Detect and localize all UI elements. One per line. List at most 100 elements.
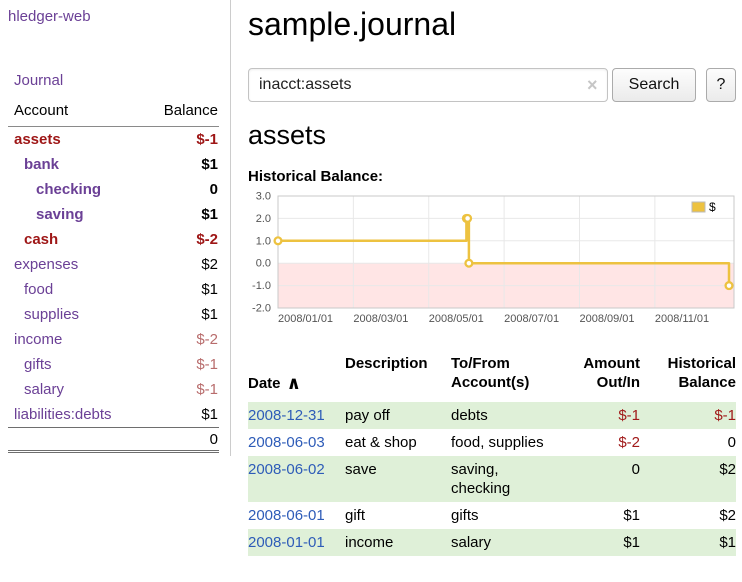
sidebar-account-food[interactable]: food: [24, 281, 53, 298]
account-balance: $-1: [196, 131, 219, 148]
transaction-balance: $1: [640, 529, 736, 556]
account-balance: $-2: [196, 231, 219, 248]
transaction-amount: $-2: [558, 429, 640, 456]
account-balance: $1: [201, 281, 219, 298]
account-heading: assets: [248, 120, 326, 151]
svg-text:$: $: [709, 200, 716, 214]
register-row: 2008-12-31 pay off debts $-1 $-1: [248, 402, 736, 429]
account-row: food $1: [8, 277, 219, 302]
account-row: income $-2: [8, 327, 219, 352]
transaction-date-link[interactable]: 2008-06-03: [248, 429, 345, 456]
nav-journal-link[interactable]: Journal: [14, 72, 63, 89]
sidebar-account-checking[interactable]: checking: [36, 181, 101, 198]
register-header-description: Description: [345, 354, 451, 402]
register-row: 2008-01-01 income salary $1 $1: [248, 529, 736, 556]
register-row: 2008-06-02 save saving, checking 0 $2: [248, 456, 736, 502]
svg-text:2.0: 2.0: [256, 213, 271, 225]
account-row: supplies $1: [8, 302, 219, 327]
sidebar-account-cash[interactable]: cash: [24, 231, 58, 248]
transaction-accounts: food, supplies: [451, 429, 558, 456]
account-row: expenses $2: [8, 252, 219, 277]
transaction-date-link[interactable]: 2008-01-01: [248, 529, 345, 556]
account-row: salary $-1: [8, 377, 219, 402]
transaction-description: pay off: [345, 402, 451, 429]
register-table: Date ∧ Description To/From Account(s) Amo…: [248, 354, 736, 556]
transaction-balance: 0: [640, 429, 736, 456]
transaction-amount: $1: [558, 529, 640, 556]
svg-text:2008/09/01: 2008/09/01: [579, 313, 634, 325]
svg-text:3.0: 3.0: [256, 191, 271, 203]
register-header-amount: Amount Out/In: [558, 354, 640, 402]
account-row: checking 0: [8, 177, 219, 202]
sidebar-account-liabilities-debts[interactable]: liabilities:debts: [14, 406, 112, 423]
account-balance: $1: [201, 206, 219, 223]
account-row: gifts $-1: [8, 352, 219, 377]
transaction-amount: $1: [558, 502, 640, 529]
transaction-balance: $-1: [640, 402, 736, 429]
sidebar-total-row: 0: [8, 427, 219, 453]
help-button[interactable]: ?: [706, 68, 736, 102]
chart-canvas: 3.02.01.00.0-1.0-2.02008/01/012008/03/01…: [248, 190, 736, 334]
svg-text:-2.0: -2.0: [252, 303, 271, 315]
transaction-date-link[interactable]: 2008-12-31: [248, 402, 345, 429]
svg-text:1.0: 1.0: [256, 235, 271, 247]
app-title-link[interactable]: hledger-web: [8, 8, 91, 25]
register-header-row: Date ∧ Description To/From Account(s) Amo…: [248, 354, 736, 402]
sidebar-account-assets[interactable]: assets: [14, 131, 61, 148]
transaction-amount: 0: [558, 456, 640, 502]
svg-text:0.0: 0.0: [256, 258, 271, 270]
transaction-date-link[interactable]: 2008-06-01: [248, 502, 345, 529]
register-header-date-label: Date: [248, 375, 281, 392]
account-balance: $-1: [196, 381, 219, 398]
search-bar: × Search ?: [248, 68, 736, 102]
account-balance: $2: [201, 256, 219, 273]
svg-text:2008/11/01: 2008/11/01: [655, 313, 709, 325]
account-balance: $1: [201, 406, 219, 423]
sidebar-total-balance: 0: [210, 431, 219, 448]
transaction-accounts: debts: [451, 402, 558, 429]
svg-text:2008/03/01: 2008/03/01: [353, 313, 408, 325]
balance-column-header: Balance: [164, 102, 218, 119]
main-content: sample.journal × Search ? assets Histori…: [248, 0, 736, 582]
svg-text:2008/05/01: 2008/05/01: [429, 313, 484, 325]
account-row: liabilities:debts $1: [8, 402, 219, 427]
sidebar-account-bank[interactable]: bank: [24, 156, 59, 173]
transaction-balance: $2: [640, 456, 736, 502]
sidebar-account-supplies[interactable]: supplies: [24, 306, 79, 323]
transaction-description: eat & shop: [345, 429, 451, 456]
accounts-table-header: Account Balance: [8, 100, 219, 127]
sidebar: hledger-web Journal Account Balance asse…: [0, 0, 231, 456]
account-balance: $-2: [196, 331, 219, 348]
transaction-description: gift: [345, 502, 451, 529]
register-header-balance: Historical Balance: [640, 354, 736, 402]
svg-text:2008/07/01: 2008/07/01: [504, 313, 559, 325]
search-button[interactable]: Search: [612, 68, 696, 102]
register-header-accounts: To/From Account(s): [451, 354, 558, 402]
account-row: assets $-1: [8, 127, 219, 152]
accounts-table: Account Balance assets $-1 bank $1 check…: [8, 100, 219, 453]
svg-text:2008/01/01: 2008/01/01: [278, 313, 333, 325]
transaction-date-link[interactable]: 2008-06-02: [248, 456, 345, 502]
account-row: cash $-2: [8, 227, 219, 252]
register-row: 2008-06-01 gift gifts $1 $2: [248, 502, 736, 529]
sidebar-account-salary[interactable]: salary: [24, 381, 64, 398]
search-input[interactable]: [248, 68, 608, 102]
register-row: 2008-06-03 eat & shop food, supplies $-2…: [248, 429, 736, 456]
account-row: bank $1: [8, 152, 219, 177]
account-balance: $-1: [196, 356, 219, 373]
account-balance: $1: [201, 156, 219, 173]
sidebar-account-gifts[interactable]: gifts: [24, 356, 52, 373]
account-row: saving $1: [8, 202, 219, 227]
transaction-accounts: saving, checking: [451, 456, 558, 502]
sidebar-account-expenses[interactable]: expenses: [14, 256, 78, 273]
sort-ascending-icon: ∧: [287, 373, 302, 393]
register-header-date[interactable]: Date ∧: [248, 354, 345, 402]
account-balance: $1: [201, 306, 219, 323]
transaction-balance: $2: [640, 502, 736, 529]
search-clear-icon[interactable]: ×: [587, 74, 598, 96]
chart-title: Historical Balance:: [248, 168, 383, 185]
sidebar-account-saving[interactable]: saving: [36, 206, 84, 223]
transaction-amount: $-1: [558, 402, 640, 429]
sidebar-account-income[interactable]: income: [14, 331, 62, 348]
historical-balance-chart: 3.02.01.00.0-1.0-2.02008/01/012008/03/01…: [248, 190, 736, 334]
